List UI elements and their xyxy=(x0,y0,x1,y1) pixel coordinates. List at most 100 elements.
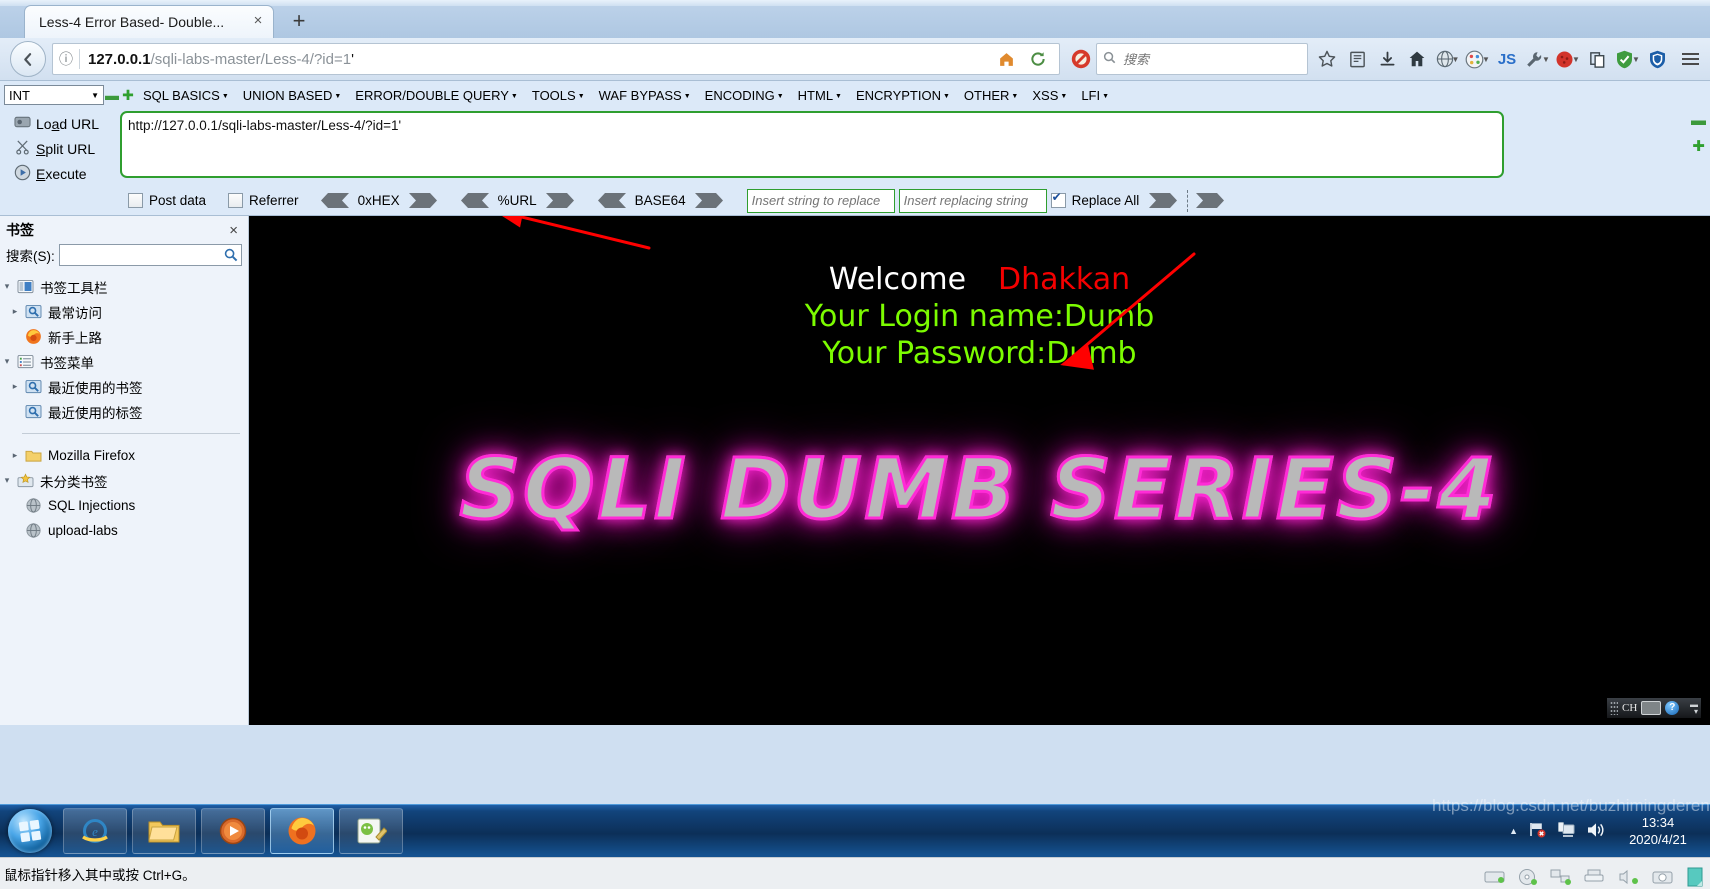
tree-item-upload-labs[interactable]: upload-labs xyxy=(0,518,248,543)
shield-blue-icon[interactable] xyxy=(1642,44,1672,74)
menu-encryption[interactable]: ENCRYPTION ▼ xyxy=(849,88,957,103)
menu-lfi[interactable]: LFI ▼ xyxy=(1074,88,1116,103)
replace-apply-arrow-icon[interactable] xyxy=(1149,193,1178,208)
chevron-down-icon[interactable]: ▼ xyxy=(1482,55,1490,64)
show-hidden-icons-button[interactable]: ▲ xyxy=(1509,826,1518,836)
taskbar-item-editor[interactable] xyxy=(339,808,403,854)
star-icon[interactable] xyxy=(1312,44,1342,74)
menu-html[interactable]: HTML ▼ xyxy=(791,88,849,103)
js-icon[interactable]: JS xyxy=(1492,44,1522,74)
keyboard-icon[interactable] xyxy=(1641,701,1662,715)
taskbar-item-firefox[interactable] xyxy=(270,808,334,854)
hackbar-add-button[interactable]: ✚ xyxy=(120,87,136,104)
twisty-closed-icon[interactable]: ▸ xyxy=(8,381,22,392)
hackbar-remove-row-button[interactable]: ▬ xyxy=(1691,113,1706,128)
execute-button[interactable]: Execute xyxy=(0,161,120,186)
menu-error-double-query[interactable]: ERROR/DOUBLE QUERY ▼ xyxy=(348,88,525,103)
chevron-down-icon[interactable]: ▼ xyxy=(1572,55,1580,64)
network-icon[interactable] xyxy=(1527,820,1547,843)
help-icon[interactable]: ? xyxy=(1665,701,1680,715)
chevron-down-icon[interactable]: ▼ xyxy=(1452,55,1460,64)
taskbar-item-media-player[interactable] xyxy=(201,808,265,854)
download-icon[interactable] xyxy=(1372,44,1402,74)
encoder-hex-label: 0xHEX xyxy=(357,193,400,208)
cookie-icon[interactable]: ▼ xyxy=(1552,44,1582,74)
chevron-down-icon[interactable]: ▼ xyxy=(1632,55,1640,64)
decode-arrow-icon[interactable] xyxy=(460,193,489,208)
drag-handle-icon[interactable] xyxy=(1610,701,1618,715)
browser-tab[interactable]: Less-4 Error Based- Double... × xyxy=(24,5,274,38)
tree-item-label: SQL Injections xyxy=(48,498,136,513)
twisty-open-icon[interactable]: ▾ xyxy=(0,475,14,486)
split-url-button[interactable]: Split URL xyxy=(0,136,120,161)
hackbar-url-input[interactable] xyxy=(120,111,1504,178)
menu-tools[interactable]: TOOLS ▼ xyxy=(525,88,592,103)
url-bar[interactable]: ⓘ 127.0.0.1/sqli-labs-master/Less-4/?id=… xyxy=(52,43,1060,75)
tree-item-bookmarks-toolbar[interactable]: ▾ 书签工具栏 xyxy=(0,274,248,299)
shield-icon[interactable]: ▼ xyxy=(1612,44,1642,74)
menu-xss[interactable]: XSS ▼ xyxy=(1025,88,1074,103)
menu-union-based[interactable]: UNION BASED ▼ xyxy=(236,88,349,103)
decode-arrow-icon[interactable] xyxy=(320,193,349,208)
reader-icon[interactable] xyxy=(1342,44,1372,74)
tree-item-getting-started[interactable]: 新手上路 xyxy=(0,324,248,349)
post-data-checkbox[interactable] xyxy=(128,193,143,208)
display-icon[interactable] xyxy=(1556,820,1576,843)
menu-sql-basics[interactable]: SQL BASICS ▼ xyxy=(136,88,236,103)
decode-arrow-icon[interactable] xyxy=(597,193,626,208)
encode-arrow-icon[interactable] xyxy=(545,193,574,208)
search-input[interactable] xyxy=(1121,50,1307,68)
hackbar-type-select[interactable]: INT ▼ xyxy=(4,85,104,105)
wrench-icon[interactable]: ▼ xyxy=(1522,44,1552,74)
hackbar-add-row-button[interactable]: ✚ xyxy=(1692,139,1705,154)
tree-item-recent-bookmarks[interactable]: ▸ 最近使用的书签 xyxy=(0,374,248,399)
new-tab-button[interactable]: + xyxy=(286,10,312,34)
twisty-closed-icon[interactable]: ▸ xyxy=(8,450,22,461)
sidebar-search-input[interactable] xyxy=(58,244,242,266)
taskbar-item-file-explorer[interactable] xyxy=(132,808,196,854)
noscript-icon[interactable] xyxy=(1066,44,1096,74)
referrer-checkbox[interactable] xyxy=(228,193,244,208)
tree-item-unsorted-bookmarks[interactable]: ▾ 未分类书签 xyxy=(0,468,248,493)
replace-from-input[interactable] xyxy=(746,188,895,213)
clock[interactable]: 13:34 2020/4/21 xyxy=(1616,814,1700,848)
tree-item-bookmarks-menu[interactable]: ▾ 书签菜单 xyxy=(0,349,248,374)
menu-waf-bypass[interactable]: WAF BYPASS ▼ xyxy=(592,88,698,103)
twisty-open-icon[interactable]: ▾ xyxy=(0,281,14,292)
tree-item-most-visited[interactable]: ▸ 最常访问 xyxy=(0,299,248,324)
info-icon[interactable]: ⓘ xyxy=(53,49,79,69)
home-icon[interactable] xyxy=(991,44,1021,74)
close-icon[interactable]: × xyxy=(249,13,267,31)
load-url-button[interactable]: Load URL xyxy=(0,111,120,136)
firefox-browser-window: Less-4 Error Based- Double... × + ⓘ 127.… xyxy=(0,0,1710,818)
start-button[interactable] xyxy=(2,807,58,855)
search-box[interactable] xyxy=(1096,43,1308,75)
menu-encoding[interactable]: ENCODING ▼ xyxy=(698,88,791,103)
encode-arrow-icon[interactable] xyxy=(408,193,437,208)
home-icon[interactable] xyxy=(1402,44,1432,74)
twisty-closed-icon[interactable]: ▸ xyxy=(8,306,22,317)
langbar-minimize-icon[interactable]: ▬ ▾ xyxy=(1690,701,1698,716)
twisty-open-icon[interactable]: ▾ xyxy=(0,356,14,367)
reload-icon[interactable] xyxy=(1023,44,1053,74)
tree-item-recent-tags[interactable]: 最近使用的标签 xyxy=(0,399,248,424)
hackbar-remove-button[interactable]: ▬ xyxy=(104,87,120,103)
palette-icon[interactable]: ▼ xyxy=(1462,44,1492,74)
chevron-down-icon[interactable]: ▼ xyxy=(1542,55,1550,64)
menu-other[interactable]: OTHER ▼ xyxy=(957,88,1025,103)
encode-arrow-icon[interactable] xyxy=(694,193,723,208)
replace-all-checkbox[interactable] xyxy=(1050,190,1066,208)
copy-icon[interactable] xyxy=(1582,44,1612,74)
close-icon[interactable]: × xyxy=(225,222,242,239)
tree-item-mozilla-firefox[interactable]: ▸ Mozilla Firefox xyxy=(0,443,248,468)
extra-apply-arrow-icon[interactable] xyxy=(1196,193,1225,208)
replace-to-input[interactable] xyxy=(898,188,1047,213)
volume-icon[interactable] xyxy=(1585,820,1607,843)
language-bar[interactable]: CH ? ▬ ▾ xyxy=(1606,697,1702,719)
tree-item-sql-injections[interactable]: SQL Injections xyxy=(0,493,248,518)
back-arrow-icon[interactable] xyxy=(10,41,46,77)
taskbar-item-internet-explorer[interactable]: e xyxy=(63,808,127,854)
hamburger-menu-icon[interactable] xyxy=(1676,45,1704,73)
globe-icon[interactable]: ▼ xyxy=(1432,44,1462,74)
network-share-icon xyxy=(1550,869,1571,885)
